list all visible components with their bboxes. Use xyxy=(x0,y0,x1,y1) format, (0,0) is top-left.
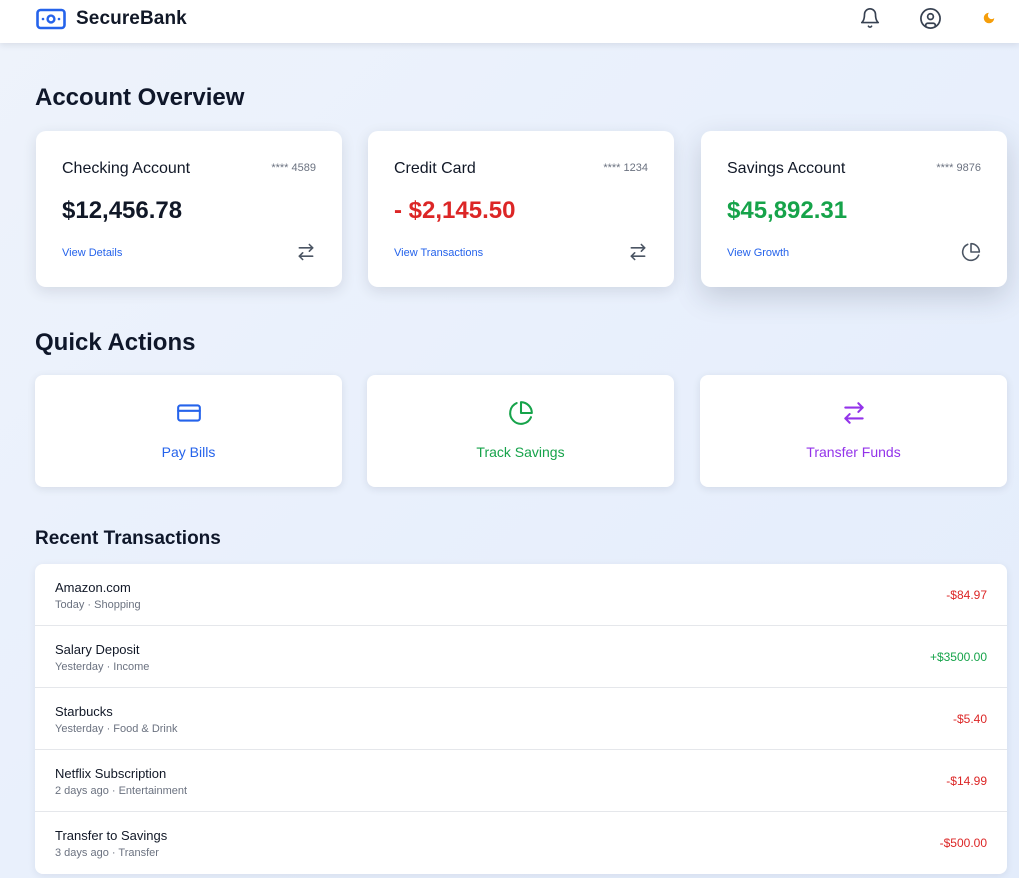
account-name: Savings Account xyxy=(727,160,846,177)
brand[interactable]: SecureBank xyxy=(36,8,187,30)
account-balance: $12,456.78 xyxy=(62,197,183,224)
credit-card-account-card[interactable]: Credit Card **** 1234 - $2,145.50 View T… xyxy=(368,131,674,287)
account-number-mask: **** 4589 xyxy=(271,162,316,174)
transfer-arrows-icon[interactable] xyxy=(296,242,316,262)
banknote-icon xyxy=(36,8,66,30)
transfer-funds-button[interactable]: Transfer Funds xyxy=(700,375,1007,487)
transaction-amount: -$14.99 xyxy=(946,774,987,788)
transaction-name: Transfer to Savings xyxy=(55,828,168,843)
track-savings-label: Track Savings xyxy=(476,444,565,460)
brand-name: SecureBank xyxy=(76,8,187,29)
transaction-row[interactable]: Netflix Subscription 2 days ago · Entert… xyxy=(35,750,1007,812)
transfer-funds-label: Transfer Funds xyxy=(806,444,901,460)
transaction-name: Amazon.com xyxy=(55,580,131,595)
account-name: Checking Account xyxy=(62,160,191,177)
transaction-name: Salary Deposit xyxy=(55,642,140,657)
view-growth-link[interactable]: View Growth xyxy=(727,247,789,259)
moon-icon xyxy=(983,12,995,24)
transaction-name: Netflix Subscription xyxy=(55,766,167,781)
account-number-mask: **** 1234 xyxy=(603,162,648,174)
transaction-amount: -$500.00 xyxy=(939,836,987,850)
transfer-arrows-icon xyxy=(843,402,864,424)
notifications-button[interactable] xyxy=(858,6,882,30)
transactions-list: Amazon.com Today · Shopping -$84.97 Sala… xyxy=(35,564,1007,874)
account-balance: $45,892.31 xyxy=(727,197,848,224)
account-number-mask: **** 9876 xyxy=(936,162,981,174)
view-details-link[interactable]: View Details xyxy=(62,247,122,259)
transaction-row[interactable]: Salary Deposit Yesterday · Income +$3500… xyxy=(35,626,1007,688)
recent-transactions-title: Recent Transactions xyxy=(35,528,221,549)
user-circle-icon xyxy=(919,7,941,29)
quick-actions-title: Quick Actions xyxy=(35,329,196,356)
transaction-meta: Today · Shopping xyxy=(55,599,141,611)
savings-account-card[interactable]: Savings Account **** 9876 $45,892.31 Vie… xyxy=(701,131,1007,287)
pie-chart-icon[interactable] xyxy=(961,242,981,262)
account-balance: - $2,145.50 xyxy=(394,197,516,224)
transaction-row[interactable]: Amazon.com Today · Shopping -$84.97 xyxy=(35,564,1007,626)
account-overview-title: Account Overview xyxy=(35,84,245,111)
credit-card-icon xyxy=(176,404,201,422)
pay-bills-label: Pay Bills xyxy=(161,444,216,460)
transaction-meta: 3 days ago · Transfer xyxy=(55,847,159,859)
transaction-amount: -$84.97 xyxy=(946,588,987,602)
pie-chart-icon xyxy=(508,401,533,425)
transaction-amount: -$5.40 xyxy=(952,712,987,726)
track-savings-button[interactable]: Track Savings xyxy=(367,375,674,487)
top-navbar: SecureBank xyxy=(0,0,1019,43)
transaction-meta: Yesterday · Income xyxy=(55,661,150,673)
checking-account-card[interactable]: Checking Account **** 4589 $12,456.78 Vi… xyxy=(36,131,342,287)
transfer-arrows-icon[interactable] xyxy=(628,242,648,262)
transaction-meta: Yesterday · Food & Drink xyxy=(55,723,178,735)
bell-icon xyxy=(860,8,880,28)
transaction-name: Starbucks xyxy=(55,704,113,719)
transaction-amount: +$3500.00 xyxy=(929,650,987,664)
pay-bills-button[interactable]: Pay Bills xyxy=(35,375,342,487)
transaction-row[interactable]: Starbucks Yesterday · Food & Drink -$5.4… xyxy=(35,688,1007,750)
transaction-row[interactable]: Transfer to Savings 3 days ago · Transfe… xyxy=(35,812,1007,874)
profile-button[interactable] xyxy=(918,6,942,30)
transaction-meta: 2 days ago · Entertainment xyxy=(55,785,188,797)
view-transactions-link[interactable]: View Transactions xyxy=(394,247,483,259)
theme-toggle-button[interactable] xyxy=(977,6,1001,30)
account-name: Credit Card xyxy=(394,160,476,177)
